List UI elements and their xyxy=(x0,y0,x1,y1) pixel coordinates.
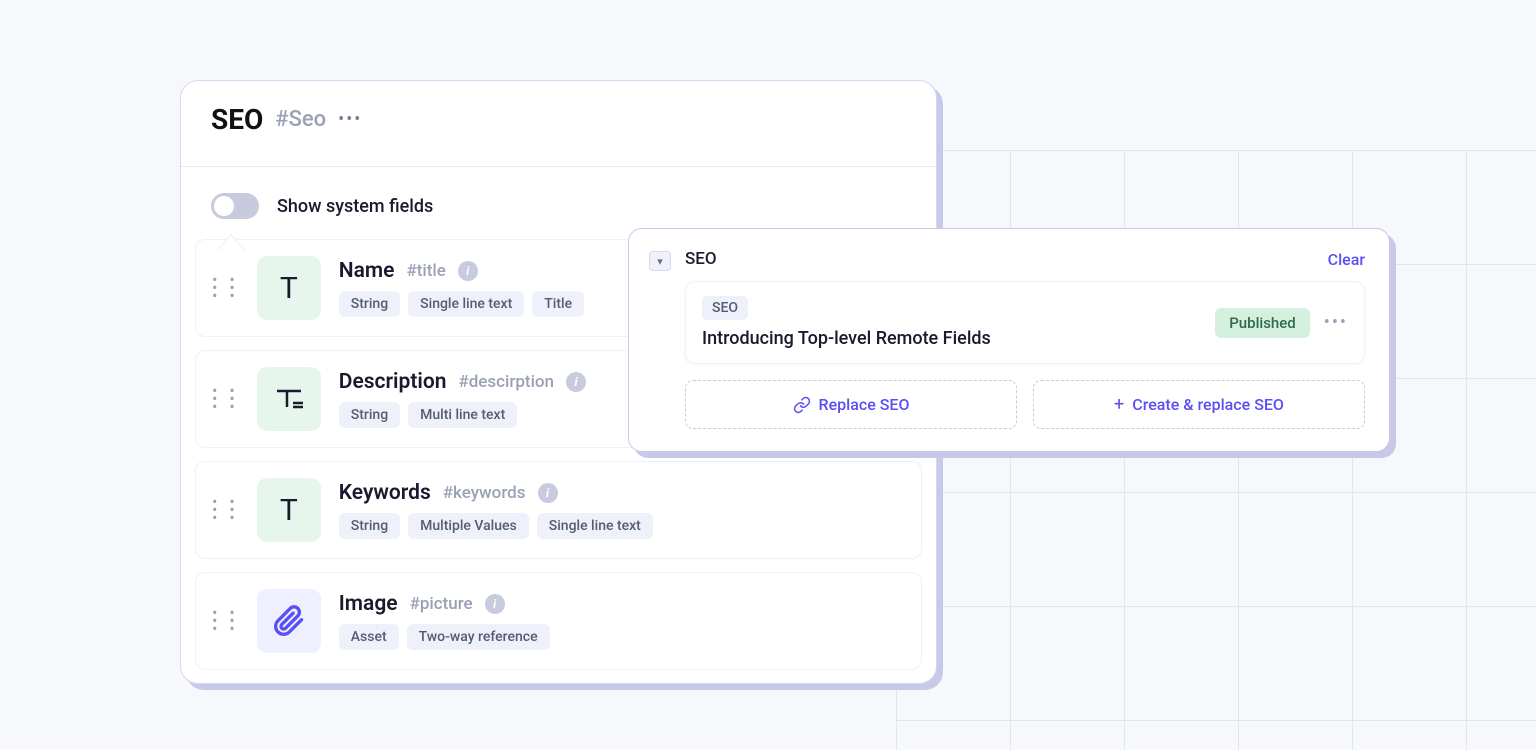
seo-entry-popover: ▾ SEO Clear SEO Introducing Top-level Re… xyxy=(628,228,1390,452)
field-tag: Single line text xyxy=(408,291,524,317)
entry-type-tag: SEO xyxy=(702,296,748,320)
plus-icon: + xyxy=(1114,394,1124,415)
text-type-icon: T xyxy=(257,478,321,542)
clear-button[interactable]: Clear xyxy=(1328,250,1365,269)
panel-title: SEO xyxy=(211,103,263,136)
header-pointer-icon xyxy=(217,235,245,251)
field-tag: String xyxy=(339,402,400,428)
field-hash-label: #picture xyxy=(410,594,473,614)
field-card-image[interactable]: • •• •• • Image #picture i Asset Two-way… xyxy=(195,572,922,670)
field-tag: String xyxy=(339,513,400,539)
field-tag: Multiple Values xyxy=(408,513,529,539)
panel-more-icon[interactable]: ••• xyxy=(338,109,362,130)
link-icon xyxy=(793,396,811,414)
collapse-toggle-icon[interactable]: ▾ xyxy=(649,251,671,271)
field-hash-label: #descirption xyxy=(458,372,554,392)
info-icon[interactable]: i xyxy=(458,261,478,281)
field-tag: Two-way reference xyxy=(407,624,550,650)
field-tag: Single line text xyxy=(537,513,653,539)
field-name-label: Description xyxy=(339,370,447,394)
popover-title: SEO xyxy=(685,249,717,269)
text-multi-type-icon xyxy=(257,367,321,431)
field-tag: String xyxy=(339,291,400,317)
field-name-label: Name xyxy=(339,259,395,283)
create-replace-seo-button[interactable]: + Create & replace SEO xyxy=(1033,380,1365,429)
drag-handle-icon[interactable]: • •• •• • xyxy=(212,498,239,522)
replace-label: Replace SEO xyxy=(819,395,910,414)
drag-handle-icon[interactable]: • •• •• • xyxy=(212,609,239,633)
entry-more-icon[interactable]: ••• xyxy=(1324,312,1348,333)
text-type-icon: T xyxy=(257,256,321,320)
info-icon[interactable]: i xyxy=(538,483,558,503)
field-content: Keywords #keywords i String Multiple Val… xyxy=(339,481,905,539)
field-tag: Title xyxy=(532,291,584,317)
field-content: Image #picture i Asset Two-way reference xyxy=(339,592,905,650)
field-name-label: Keywords xyxy=(339,481,431,505)
panel-header: SEO #Seo ••• xyxy=(181,81,936,148)
drag-handle-icon[interactable]: • •• •• • xyxy=(212,387,239,411)
replace-seo-button[interactable]: Replace SEO xyxy=(685,380,1017,429)
toggle-label: Show system fields xyxy=(277,196,433,217)
entry-title: Introducing Top-level Remote Fields xyxy=(702,328,1215,349)
entry-card[interactable]: SEO Introducing Top-level Remote Fields … xyxy=(685,281,1365,364)
status-badge: Published xyxy=(1215,308,1310,338)
field-hash-label: #keywords xyxy=(443,483,526,503)
info-icon[interactable]: i xyxy=(485,594,505,614)
field-tag: Asset xyxy=(339,624,399,650)
field-card-keywords[interactable]: • •• •• • T Keywords #keywords i String … xyxy=(195,461,922,559)
field-tag: Multi line text xyxy=(408,402,517,428)
show-system-fields-toggle[interactable] xyxy=(211,193,259,219)
drag-handle-icon[interactable]: • •• •• • xyxy=(212,276,239,300)
info-icon[interactable]: i xyxy=(566,372,586,392)
panel-hash: #Seo xyxy=(275,107,326,132)
asset-type-icon xyxy=(257,589,321,653)
field-hash-label: #title xyxy=(406,261,445,281)
create-replace-label: Create & replace SEO xyxy=(1132,395,1284,414)
field-name-label: Image xyxy=(339,592,398,616)
